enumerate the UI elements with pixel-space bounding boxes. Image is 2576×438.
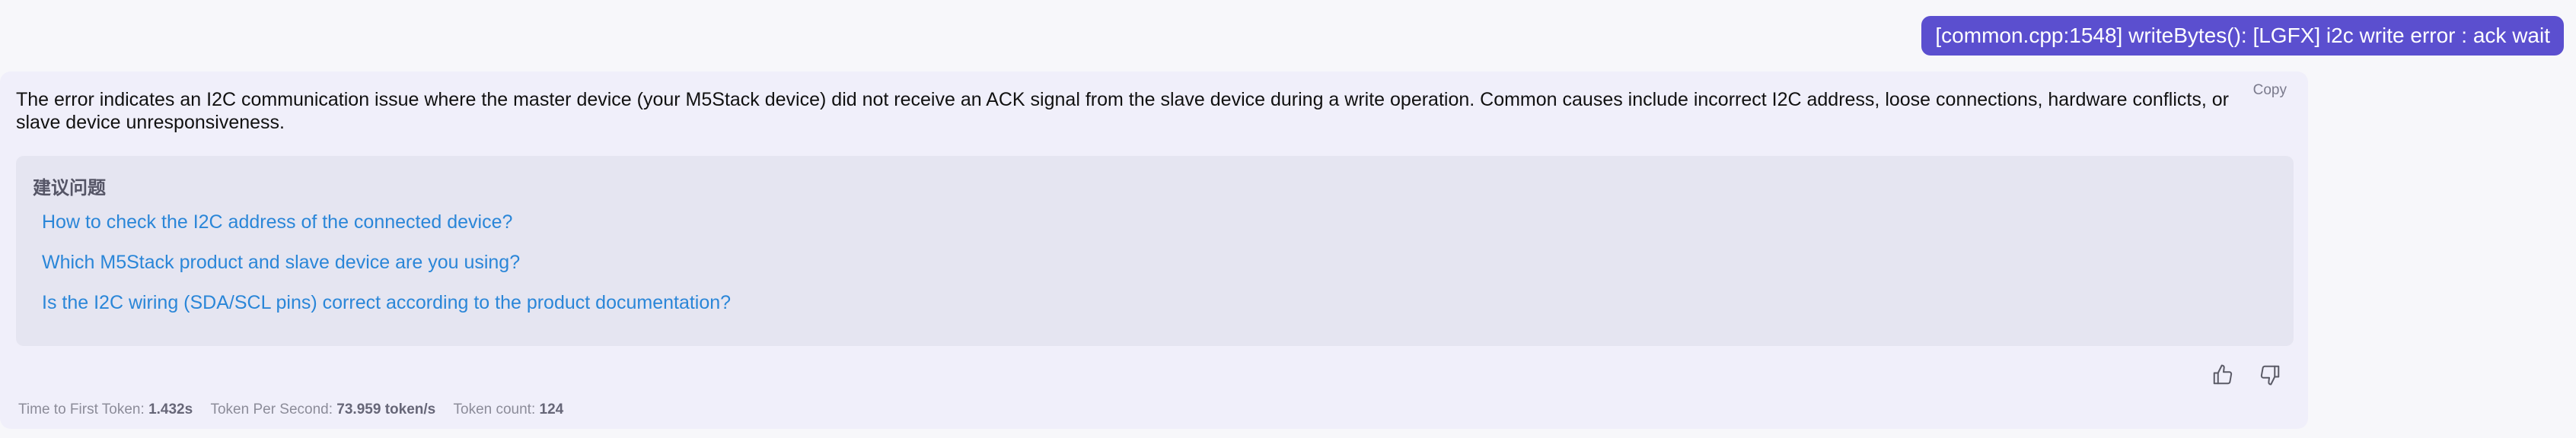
tps-label: Token Per Second: [210, 402, 333, 417]
assistant-response-card: The error indicates an I2C communication… [0, 71, 2308, 429]
suggested-question-link[interactable]: How to check the I2C address of the conn… [42, 211, 512, 233]
token-count-metric: Token count: 124 [454, 402, 564, 417]
response-metrics: Time to First Token: 1.432s Token Per Se… [18, 402, 577, 418]
dislike-button[interactable] [2259, 363, 2281, 386]
suggested-questions-panel: 建议问题 How to check the I2C address of the… [16, 156, 2294, 346]
feedback-buttons [2211, 363, 2281, 386]
copy-button[interactable]: Copy [2253, 82, 2287, 99]
ttft-metric: Time to First Token: 1.432s [18, 402, 196, 417]
token-count-value: 124 [539, 402, 564, 417]
tps-value: 73.959 token/s [336, 402, 436, 417]
ttft-value: 1.432s [148, 402, 193, 417]
suggested-questions-title: 建议问题 [33, 178, 106, 198]
token-count-label: Token count: [453, 402, 536, 417]
chat-page: [common.cpp:1548] writeBytes(): [LGFX] i… [0, 0, 2576, 438]
like-button[interactable] [2211, 363, 2234, 386]
ttft-label: Time to First Token: [18, 402, 145, 417]
assistant-answer-text: The error indicates an I2C communication… [16, 89, 2229, 133]
user-message-bubble: [common.cpp:1548] writeBytes(): [LGFX] i… [1921, 16, 2564, 56]
suggested-question-link[interactable]: Which M5Stack product and slave device a… [42, 252, 520, 274]
thumbs-down-icon [2260, 365, 2280, 386]
thumbs-up-icon [2213, 364, 2233, 385]
tps-metric: Token Per Second: 73.959 token/s [210, 402, 439, 417]
suggested-question-link[interactable]: Is the I2C wiring (SDA/SCL pins) correct… [42, 292, 731, 314]
